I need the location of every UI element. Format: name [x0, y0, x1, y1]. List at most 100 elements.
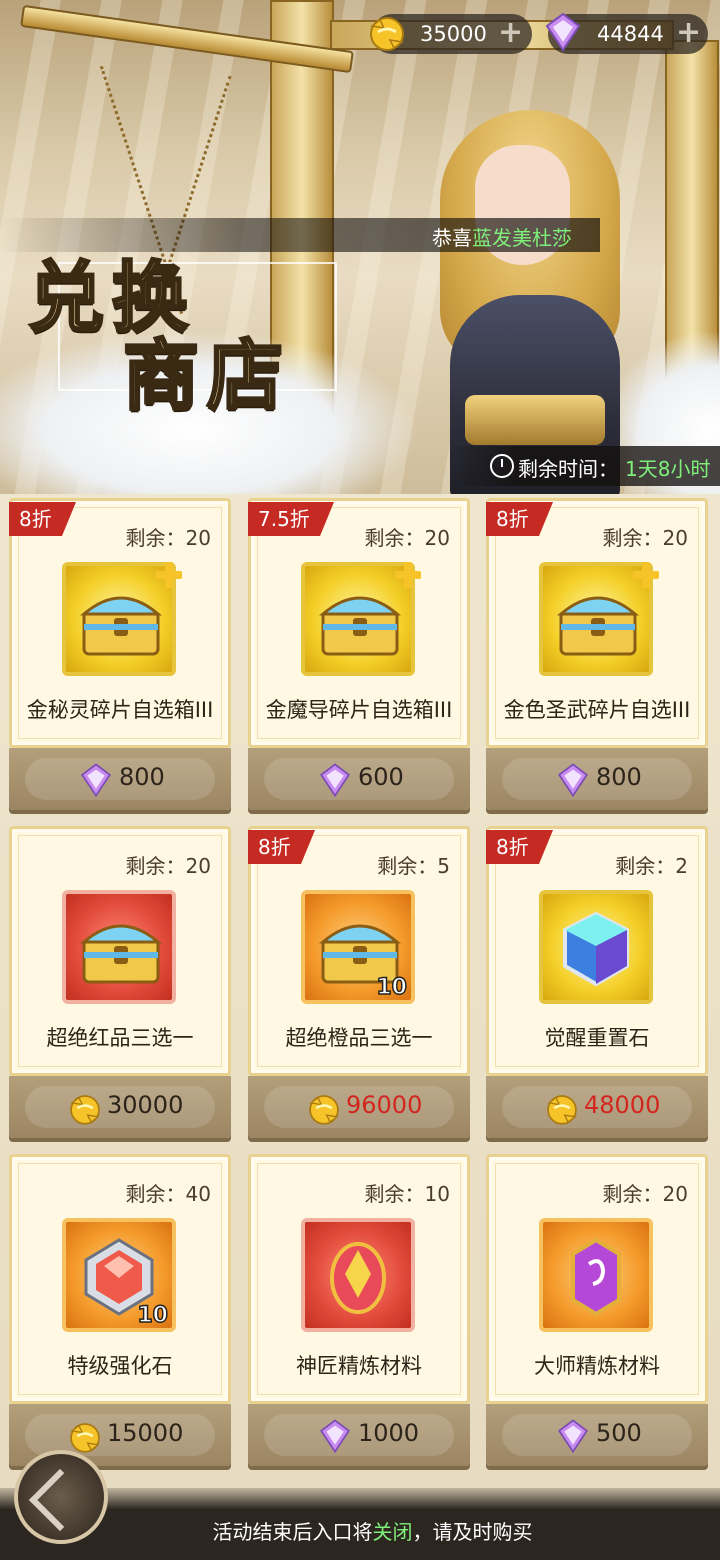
event-banner: 恭喜蓝发美杜莎 兑换 商店 剩余时间： 1天8小时	[0, 0, 720, 500]
item-name: 金色圣武碎片自选III	[503, 698, 691, 722]
item-remaining-count: 剩余：10	[364, 1182, 450, 1206]
item-name: 超绝红品三选一	[46, 1026, 194, 1050]
item-price: 30000	[107, 1091, 184, 1119]
item-icon-frame	[62, 562, 182, 676]
buy-price-button[interactable]: 800	[486, 748, 708, 810]
shop-item-card[interactable]: 7.5折 剩余：20 金魔导碎片自选箱III 600	[248, 498, 470, 816]
buy-price-button[interactable]: 800	[9, 748, 231, 810]
item-name: 大师精炼材料	[534, 1354, 660, 1378]
discount-badge: 8折	[486, 502, 553, 536]
gold-amount: 35000	[420, 22, 487, 46]
discount-badge: 8折	[486, 830, 553, 864]
item-quantity: 10	[137, 1302, 169, 1329]
egg-icon	[315, 1234, 401, 1324]
character-gold-belt	[465, 395, 605, 445]
item-icon-frame	[539, 1218, 653, 1332]
shop-item-card[interactable]: 8折剩余：20 金色圣武碎片自选III 800	[486, 498, 708, 816]
shop-item-card[interactable]: 剩余：10 神匠精炼材料 1000	[248, 1154, 470, 1472]
selectable-plus-icon	[633, 562, 659, 588]
remaining-time-label: 剩余时间：	[518, 457, 618, 481]
diamond-icon	[554, 1417, 592, 1459]
buy-price-button[interactable]: 600	[248, 748, 470, 810]
item-name: 超绝橙品三选一	[285, 1026, 433, 1050]
congrats-text: 恭喜蓝发美杜莎	[432, 222, 572, 251]
item-remaining-count: 剩余：40	[125, 1182, 211, 1206]
item-name: 神匠精炼材料	[296, 1354, 422, 1378]
item-icon-frame	[301, 562, 421, 676]
item-name: 金秘灵碎片自选箱III	[26, 698, 214, 722]
shop-item-card[interactable]: 剩余：20 大师精炼材料 500	[486, 1154, 708, 1472]
item-name: 觉醒重置石	[544, 1026, 650, 1050]
gold-coin-icon	[304, 1089, 344, 1133]
title-line-2: 商店	[122, 330, 291, 422]
shop-item-card[interactable]: 剩余：40 10 特级强化石 15000	[9, 1154, 231, 1472]
item-remaining-count: 剩余：20	[125, 854, 211, 878]
item-icon-frame: 10	[62, 1218, 176, 1332]
diamond-icon	[316, 761, 354, 803]
discount-badge: 7.5折	[248, 502, 334, 536]
shop-item-card[interactable]: 8折剩余：20 金秘灵碎片自选箱III 800	[9, 498, 231, 816]
gold-coin-icon	[370, 17, 404, 51]
item-price: 96000	[346, 1091, 423, 1119]
cube-icon	[553, 906, 639, 996]
shop-item-card[interactable]: 剩余：20 超绝红品三选一 30000	[9, 826, 231, 1144]
add-gold-button[interactable]: +	[498, 18, 528, 48]
diamond-icon	[77, 761, 115, 803]
discount-badge: 8折	[248, 830, 315, 864]
item-icon-frame	[539, 890, 653, 1004]
back-arrow-icon	[28, 1468, 92, 1532]
notice-highlight: 关闭	[372, 1520, 413, 1544]
gold-coin-icon	[542, 1089, 582, 1133]
item-price: 800	[596, 763, 642, 791]
item-icon-frame	[539, 562, 659, 676]
buy-price-button[interactable]: 1000	[248, 1404, 470, 1466]
diamond-icon	[554, 761, 592, 803]
notice-prefix: 活动结束后入口将	[212, 1520, 373, 1544]
item-price: 1000	[358, 1419, 420, 1447]
selectable-plus-icon	[395, 562, 421, 588]
clock-icon	[490, 454, 514, 478]
remaining-time-bar: 剩余时间： 1天8小时	[450, 446, 720, 486]
treasure-chest-icon	[76, 578, 166, 668]
item-remaining-count: 剩余：20	[602, 526, 688, 550]
shop-item-card[interactable]: 8折剩余：5 10 超绝橙品三选一 96000	[248, 826, 470, 1144]
discount-badge: 8折	[9, 502, 76, 536]
item-icon-frame	[62, 890, 176, 1004]
back-button[interactable]	[14, 1450, 108, 1544]
item-remaining-count: 剩余：20	[125, 526, 211, 550]
item-name: 金魔导碎片自选箱III	[265, 698, 453, 722]
item-quantity: 10	[376, 974, 408, 1001]
buy-price-button[interactable]: 48000	[486, 1076, 708, 1138]
crystal-icon	[553, 1234, 639, 1324]
item-price: 800	[119, 763, 165, 791]
shop-item-card[interactable]: 8折剩余：2 觉醒重置石 48000	[486, 826, 708, 1144]
item-price: 48000	[584, 1091, 661, 1119]
item-remaining-count: 剩余：20	[602, 1182, 688, 1206]
congrats-prefix: 恭喜	[432, 226, 472, 250]
diamond-icon	[316, 1417, 354, 1459]
treasure-chest-icon	[315, 578, 405, 668]
item-price: 600	[358, 763, 404, 791]
character-medusa-art	[420, 110, 670, 500]
item-icon-frame: 10	[301, 890, 415, 1004]
notice-suffix: ，请及时购买	[412, 1520, 533, 1544]
item-remaining-count: 剩余：2	[615, 854, 688, 878]
diamond-amount: 44844	[597, 22, 664, 46]
remaining-time-value: 1天8小时	[625, 457, 711, 481]
buy-price-button[interactable]: 96000	[248, 1076, 470, 1138]
diamond-icon	[545, 12, 581, 52]
add-diamond-button[interactable]: +	[676, 18, 706, 48]
footer-notice-bar: 活动结束后入口将关闭，请及时购买	[0, 1488, 720, 1560]
selectable-plus-icon	[156, 562, 182, 588]
buy-price-button[interactable]: 500	[486, 1404, 708, 1466]
footer-notice: 活动结束后入口将关闭，请及时购买	[0, 1516, 720, 1545]
item-icon-frame	[301, 1218, 415, 1332]
shop-title: 兑换 商店	[18, 232, 337, 422]
congrats-name: 蓝发美杜莎	[472, 226, 572, 250]
treasure-chest-icon	[76, 906, 166, 996]
buy-price-button[interactable]: 30000	[9, 1076, 231, 1138]
item-name: 特级强化石	[67, 1354, 173, 1378]
treasure-chest-icon	[553, 578, 643, 668]
item-price: 500	[596, 1419, 642, 1447]
item-remaining-count: 剩余：5	[377, 854, 450, 878]
